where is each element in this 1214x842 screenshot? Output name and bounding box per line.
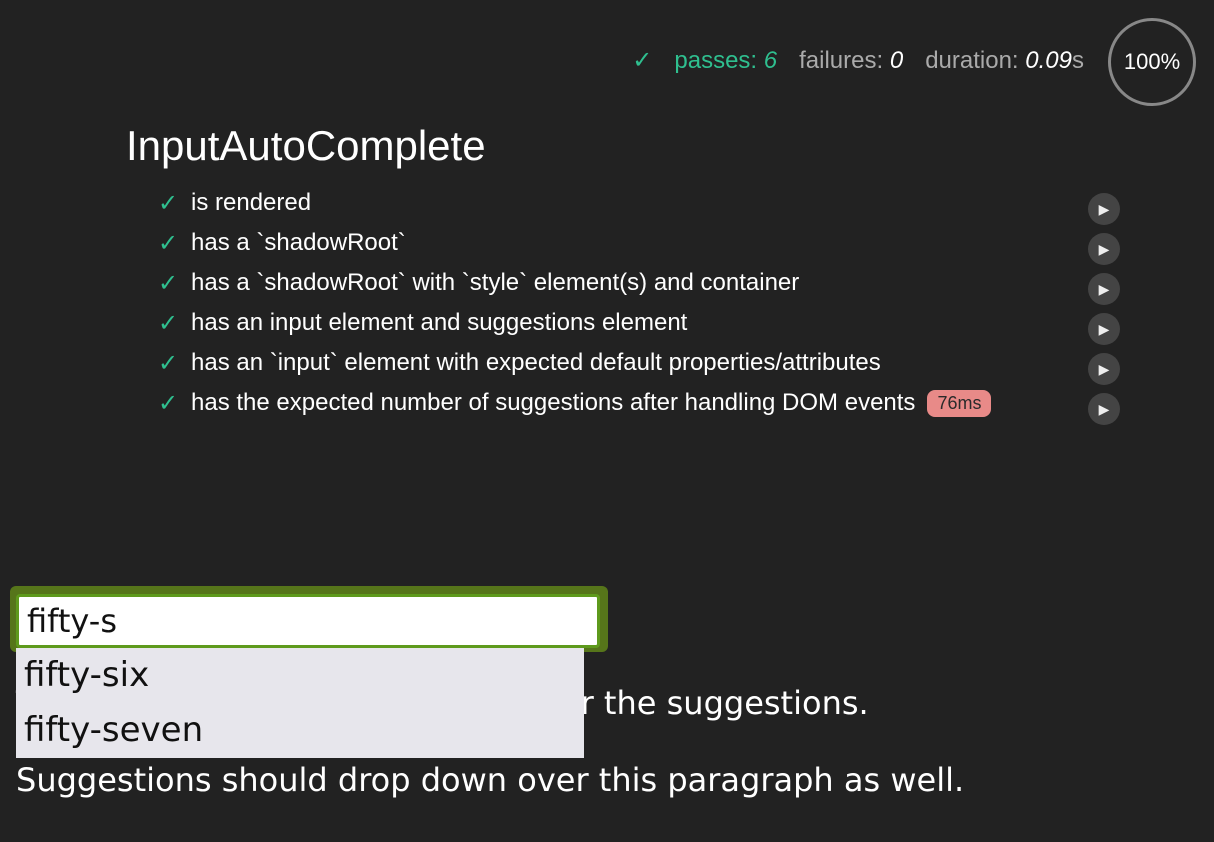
check-icon: ✓ <box>158 349 179 377</box>
passes-stat[interactable]: passes: 6 <box>674 47 777 75</box>
test-title: has the expected number of suggestions a… <box>191 389 916 416</box>
test-item[interactable]: ✓ is rendered ▶ <box>158 183 1120 225</box>
check-icon: ✓ <box>158 269 179 297</box>
test-item[interactable]: ✓ has an input element and suggestions e… <box>158 303 1120 345</box>
test-item[interactable]: ✓ has the expected number of suggestions… <box>158 383 1120 425</box>
test-title: is rendered <box>191 189 312 216</box>
suggestions-list: fifty-six fifty-seven <box>16 648 584 758</box>
paragraph-below: Suggestions should drop down over this p… <box>16 761 965 799</box>
failures-label: failures: <box>799 47 884 74</box>
check-icon: ✓ <box>158 309 179 337</box>
duration-label: duration: <box>925 47 1019 74</box>
duration-badge: 76ms <box>927 389 992 417</box>
play-icon[interactable]: ▶ <box>1088 353 1120 385</box>
duration-unit: s <box>1072 47 1084 74</box>
test-title: has a `shadowRoot` <box>191 229 406 256</box>
progress-ring: 100% <box>1108 18 1196 106</box>
play-icon[interactable]: ▶ <box>1088 393 1120 425</box>
play-icon[interactable]: ▶ <box>1088 273 1120 305</box>
duration-stat: duration: 0.09s <box>925 47 1084 75</box>
test-title: has an `input` element with expected def… <box>191 349 881 376</box>
test-item[interactable]: ✓ has a `shadowRoot` ▶ <box>158 223 1120 265</box>
passes-label: passes: <box>674 47 758 74</box>
duration-value: 0.09 <box>1025 47 1072 74</box>
autocomplete-input[interactable] <box>16 594 600 648</box>
play-icon[interactable]: ▶ <box>1088 193 1120 225</box>
test-item[interactable]: ✓ has a `shadowRoot` with `style` elemen… <box>158 263 1120 305</box>
play-icon[interactable]: ▶ <box>1088 313 1120 345</box>
check-icon: ✓ <box>158 229 179 257</box>
mocha-stats: ✓ passes: 6 failures: 0 duration: 0.09s <box>632 46 1084 75</box>
passes-value: 6 <box>763 47 778 74</box>
progress-text: 100% <box>1123 49 1181 74</box>
failures-stat[interactable]: failures: 0 <box>799 47 903 75</box>
check-icon: ✓ <box>632 47 653 74</box>
check-icon: ✓ <box>158 189 179 217</box>
suite-title[interactable]: InputAutoComplete <box>126 122 486 170</box>
suggestion-item[interactable]: fifty-six <box>16 648 584 703</box>
test-title: has an input element and suggestions ele… <box>191 309 688 336</box>
test-item[interactable]: ✓ has an `input` element with expected d… <box>158 343 1120 385</box>
suggestion-item[interactable]: fifty-seven <box>16 703 584 758</box>
failures-value: 0 <box>889 47 904 74</box>
check-icon: ✓ <box>158 389 179 417</box>
test-list: ✓ is rendered ▶ ✓ has a `shadowRoot` ▶ ✓… <box>158 183 1120 425</box>
play-icon[interactable]: ▶ <box>1088 233 1120 265</box>
test-title: has a `shadowRoot` with `style` element(… <box>191 269 800 296</box>
